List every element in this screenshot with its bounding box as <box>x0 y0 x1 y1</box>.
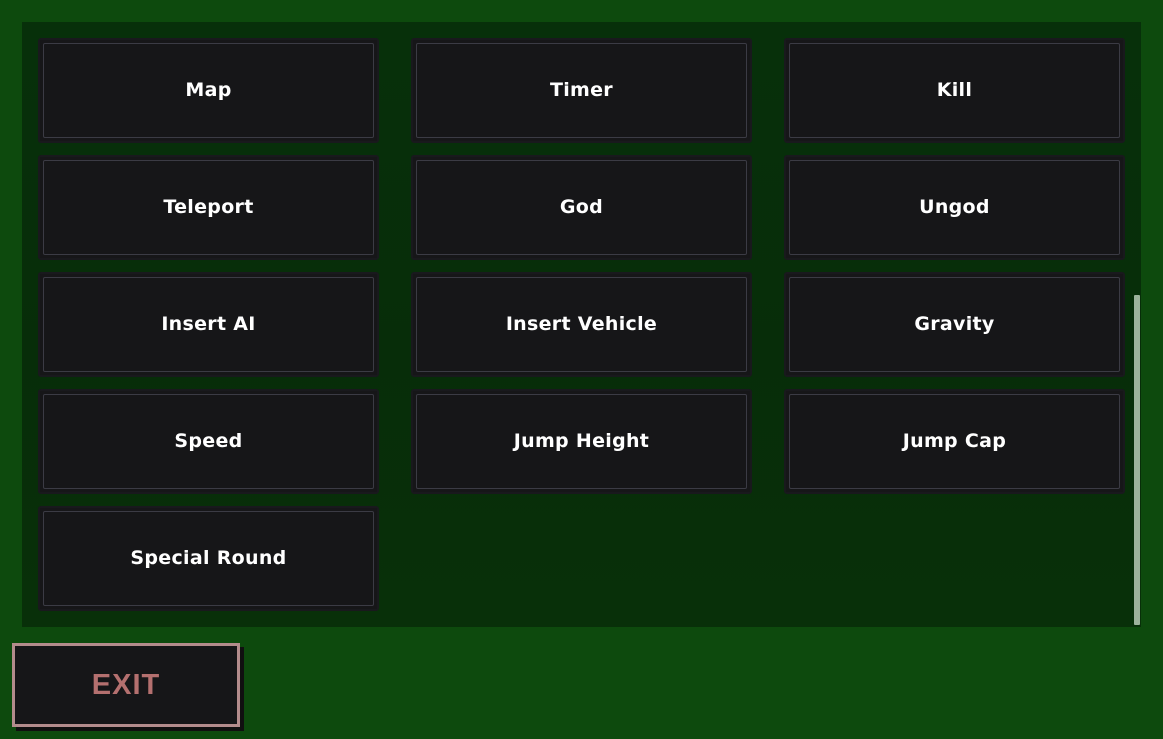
cheat-menu-screen: Map Timer Kill Teleport God Ungod Insert AI Ins… <box>0 0 1163 739</box>
menu-button-ungod[interactable]: Ungod <box>783 155 1125 260</box>
menu-button-label: Insert AI <box>161 313 256 336</box>
menu-button-insert-ai[interactable]: Insert AI <box>38 272 379 377</box>
menu-button-label: Special Round <box>130 547 287 570</box>
menu-button-jump-height[interactable]: Jump Height <box>410 389 752 494</box>
menu-button-kill[interactable]: Kill <box>783 38 1125 143</box>
menu-button-label: Jump Cap <box>902 430 1007 453</box>
menu-button-map[interactable]: Map <box>38 38 379 143</box>
exit-button-label: EXIT <box>91 668 161 701</box>
menu-button-special-round[interactable]: Special Round <box>38 506 379 611</box>
menu-button-timer[interactable]: Timer <box>410 38 752 143</box>
menu-cell: Jump Height <box>395 383 768 500</box>
menu-cell: Kill <box>768 32 1141 149</box>
menu-button-label: Speed <box>174 430 243 453</box>
scrollbar-thumb[interactable] <box>1134 295 1140 625</box>
menu-button-label: Jump Height <box>513 430 650 453</box>
menu-button-label: Insert Vehicle <box>505 313 658 336</box>
menu-cell: Jump Cap <box>768 383 1141 500</box>
menu-button-label: Teleport <box>163 196 254 219</box>
menu-button-label: God <box>559 196 604 219</box>
menu-cell: Speed <box>22 383 395 500</box>
menu-button-speed[interactable]: Speed <box>38 389 379 494</box>
menu-cell: Teleport <box>22 149 395 266</box>
menu-button-label: Kill <box>936 79 973 102</box>
menu-cell: Ungod <box>768 149 1141 266</box>
menu-cell: Gravity <box>768 266 1141 383</box>
menu-button-insert-vehicle[interactable]: Insert Vehicle <box>410 272 752 377</box>
menu-cell: Special Round <box>22 500 395 617</box>
menu-button-label: Timer <box>549 79 613 102</box>
menu-button-teleport[interactable]: Teleport <box>38 155 379 260</box>
menu-scroll-panel[interactable]: Map Timer Kill Teleport God Ungod Insert AI Ins… <box>22 22 1141 627</box>
menu-button-grid: Map Timer Kill Teleport God Ungod Insert AI Ins… <box>22 22 1141 617</box>
exit-button[interactable]: EXIT <box>12 643 240 727</box>
menu-button-god[interactable]: God <box>410 155 752 260</box>
menu-cell: Map <box>22 32 395 149</box>
menu-button-label: Ungod <box>919 196 990 219</box>
menu-button-label: Map <box>185 79 232 102</box>
menu-button-jump-cap[interactable]: Jump Cap <box>783 389 1125 494</box>
menu-cell: God <box>395 149 768 266</box>
menu-button-gravity[interactable]: Gravity <box>783 272 1125 377</box>
menu-cell: Insert Vehicle <box>395 266 768 383</box>
menu-cell: Timer <box>395 32 768 149</box>
menu-button-label: Gravity <box>914 313 995 336</box>
menu-cell: Insert AI <box>22 266 395 383</box>
